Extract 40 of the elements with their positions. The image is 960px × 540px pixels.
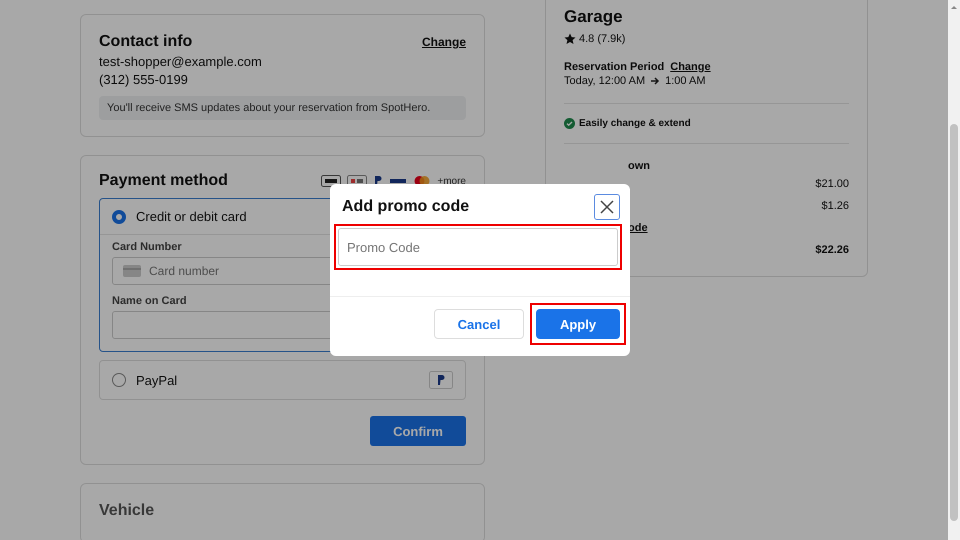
star-icon xyxy=(564,33,576,45)
phone-text: (312) 555-0199 xyxy=(99,72,189,87)
check-circle-icon xyxy=(564,118,575,129)
email-text: test-shopper@example.com xyxy=(99,54,263,69)
field-label: Card Number xyxy=(112,241,182,253)
scroll-up-icon[interactable] xyxy=(950,4,958,10)
paypal-icon xyxy=(373,175,384,187)
close-icon xyxy=(600,200,614,214)
section-title: Contact info xyxy=(99,33,192,51)
arrow-right-icon xyxy=(650,76,660,86)
total-amount: $22.26 xyxy=(815,244,849,258)
change-link[interactable]: Change xyxy=(670,61,711,73)
garage-title: Garage xyxy=(564,7,624,27)
credit-card-icon xyxy=(123,265,141,277)
rating-text: 4.8 (7.9k) xyxy=(579,33,626,45)
option-label: PayPal xyxy=(136,372,178,388)
start-time: Today, 12:00 AM xyxy=(564,75,646,87)
close-button[interactable] xyxy=(594,194,620,220)
section-title: Payment method xyxy=(99,172,228,190)
promo-code-field[interactable]: Promo Code xyxy=(338,228,618,266)
confirm-button[interactable]: Confirm xyxy=(370,416,466,446)
option-label: Credit or debit card xyxy=(136,209,248,224)
radio-button[interactable] xyxy=(112,210,126,224)
scrollbar[interactable] xyxy=(948,0,960,540)
sms-note: You'll receive SMS updates about your reservation from SpotHero. xyxy=(99,96,466,120)
change-link[interactable]: Change xyxy=(422,35,466,49)
section-title: Vehicle xyxy=(99,502,154,519)
feature-text: Easily change & extend xyxy=(579,118,691,129)
payment-option[interactable]: PayPal xyxy=(99,360,466,400)
breakdown-title: own xyxy=(628,160,651,172)
cancel-button[interactable]: Cancel xyxy=(434,309,524,339)
more-brands-text: +more xyxy=(437,176,466,186)
radio-button[interactable] xyxy=(112,373,126,387)
amount-text: $1.26 xyxy=(821,200,849,214)
amount-text: $21.00 xyxy=(815,178,849,192)
paypal-icon xyxy=(429,371,453,389)
apply-button[interactable]: Apply xyxy=(536,309,620,339)
end-time: 1:00 AM xyxy=(665,75,706,87)
period-label: Reservation Period xyxy=(564,61,664,73)
field-label: Name on Card xyxy=(112,295,187,307)
